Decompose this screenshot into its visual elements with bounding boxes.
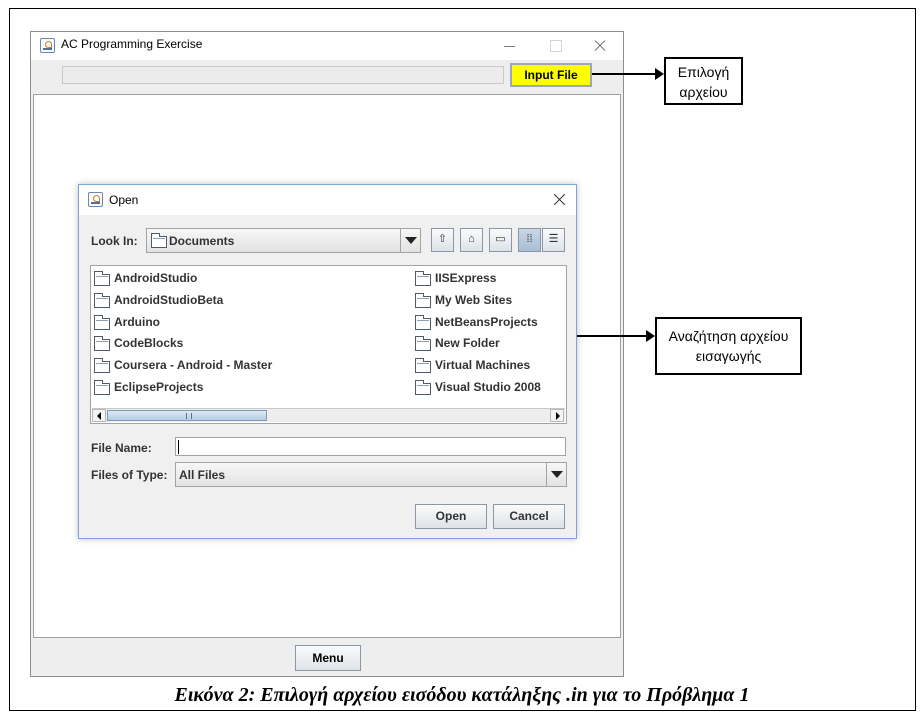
folder-name: Visual Studio 2008 <box>435 380 541 394</box>
folder-name: Coursera - Android - Master <box>114 358 273 372</box>
bottom-bar: Menu <box>31 639 623 676</box>
folder-icon <box>94 336 110 351</box>
dialog-titlebar: Open <box>79 185 576 215</box>
up-folder-button[interactable]: ⇧ <box>431 228 454 252</box>
folder-name: NetBeansProjects <box>435 315 538 329</box>
folder-name: New Folder <box>435 336 500 350</box>
folder-icon <box>415 358 431 373</box>
scroll-thumb[interactable] <box>107 410 267 421</box>
chevron-down-icon[interactable] <box>546 463 566 486</box>
annotation-arrowhead-1 <box>655 68 664 80</box>
files-of-type-value: All Files <box>179 468 226 482</box>
folder-icon <box>415 271 431 286</box>
input-file-button[interactable]: Input File <box>510 63 592 87</box>
folder-icon <box>415 293 431 308</box>
look-in-combo[interactable]: Documents <box>146 228 421 253</box>
chevron-down-icon[interactable] <box>400 229 420 252</box>
folder-name: EclipseProjects <box>114 380 204 394</box>
dialog-title: Open <box>109 193 139 207</box>
folder-name: Virtual Machines <box>435 358 531 372</box>
open-button[interactable]: Open <box>415 504 487 529</box>
horizontal-scrollbar[interactable] <box>92 408 565 422</box>
minimize-button[interactable] <box>499 35 521 55</box>
look-in-label: Look In: <box>91 234 138 248</box>
folder-name: AndroidStudio <box>114 271 198 285</box>
folder-icon <box>415 380 431 395</box>
folder-icon <box>151 233 167 248</box>
annotation-arrowhead-2 <box>646 330 655 342</box>
folder-name: CodeBlocks <box>114 336 184 350</box>
list-view-icon: ⁞⁞ <box>526 233 533 245</box>
files-of-type-label: Files of Type: <box>91 468 168 482</box>
details-view-icon: ☰ <box>548 233 559 245</box>
folder-name: IISExpress <box>435 271 497 285</box>
annotation-line: Αναζήτηση αρχείου <box>668 328 789 344</box>
new-folder-icon: ▭ <box>495 233 506 245</box>
open-dialog: Open Look In: Documents ⇧ ⌂ ▭ ⁞⁞ ☰ Andro… <box>78 184 577 539</box>
annotation-arrow-1 <box>592 73 655 75</box>
main-titlebar: AC Programming Exercise <box>31 32 623 60</box>
cancel-button[interactable]: Cancel <box>493 504 565 529</box>
dialog-close-button[interactable] <box>551 191 569 209</box>
scroll-left-icon[interactable] <box>92 409 106 422</box>
java-app-icon <box>88 192 103 207</box>
window-title: AC Programming Exercise <box>61 37 203 51</box>
list-view-button[interactable]: ⁞⁞ <box>518 228 541 252</box>
folder-icon <box>94 358 110 373</box>
folder-icon <box>94 315 110 330</box>
annotation-line: Επιλογή <box>677 64 730 80</box>
progress-bar <box>62 66 504 84</box>
folder-icon <box>94 271 110 286</box>
folder-name: AndroidStudioBeta <box>114 293 224 307</box>
figure-caption: Εικόνα 2: Επιλογή αρχείου εισόδου κατάλη… <box>174 684 750 706</box>
main-toolbar: Input File <box>31 60 623 94</box>
java-app-icon <box>40 38 55 53</box>
file-list: AndroidStudio AndroidStudioBeta Arduino … <box>90 265 567 424</box>
details-view-button[interactable]: ☰ <box>542 228 565 252</box>
maximize-button[interactable] <box>544 35 566 55</box>
folder-icon <box>94 380 110 395</box>
annotation-select-file: Επιλογή αρχείου <box>664 57 743 105</box>
folder-name: Arduino <box>114 315 160 329</box>
annotation-line: αρχείου <box>679 84 728 100</box>
folder-icon <box>415 336 431 351</box>
annotation-line: εισαγωγής <box>695 348 762 364</box>
folder-name: My Web Sites <box>435 293 513 307</box>
close-button[interactable] <box>588 35 610 55</box>
annotation-browse-input: Αναζήτηση αρχείου εισαγωγής <box>655 317 802 375</box>
folder-icon <box>415 315 431 330</box>
menu-button[interactable]: Menu <box>295 645 361 671</box>
home-icon: ⌂ <box>468 233 475 245</box>
home-button[interactable]: ⌂ <box>460 228 483 252</box>
folder-icon <box>94 293 110 308</box>
up-folder-icon: ⇧ <box>437 233 448 245</box>
file-name-label: File Name: <box>91 441 152 455</box>
scroll-right-icon[interactable] <box>550 409 564 422</box>
files-of-type-combo[interactable]: All Files <box>175 462 567 487</box>
new-folder-button[interactable]: ▭ <box>489 228 512 252</box>
text-caret <box>178 440 179 454</box>
look-in-value: Documents <box>169 234 235 248</box>
file-name-field[interactable] <box>175 437 566 456</box>
